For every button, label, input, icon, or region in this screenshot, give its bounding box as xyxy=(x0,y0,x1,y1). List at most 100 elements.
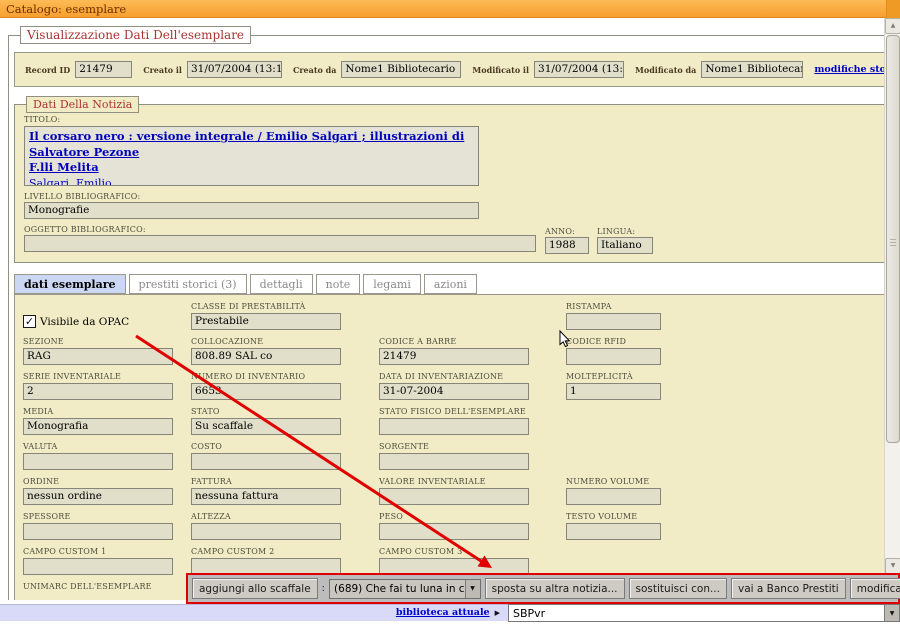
altezza-field xyxy=(191,523,341,540)
classe-prestabilita-label: CLASSE DI PRESTABILITÀ xyxy=(191,302,379,311)
biblioteca-attuale-group: biblioteca attuale ▶ xyxy=(396,607,500,618)
modifiche-storiche-link[interactable]: modifiche storiche xyxy=(814,64,884,75)
esemplare-fieldset: Visualizzazione Dati Dell'esemplare Reco… xyxy=(8,26,884,600)
modified-at-label: Modificato il xyxy=(472,65,529,75)
numero-volume-field xyxy=(566,488,661,505)
stato-field: Su scaffale xyxy=(191,418,341,435)
modified-by-group: Modificato da Nome1 Bibliotecario xyxy=(635,61,803,78)
breadcrumb-arrow-icon: ▶ xyxy=(495,609,500,617)
record-id-group: Record ID 21479 xyxy=(25,61,132,78)
tab-legami[interactable]: legami xyxy=(363,274,421,294)
visibile-opac-checkbox[interactable]: ✓ xyxy=(23,315,36,328)
molteplicita-label: MOLTEPLICITÀ xyxy=(566,372,666,381)
scrollbar-thumb[interactable] xyxy=(886,35,900,443)
check-icon: ✓ xyxy=(25,315,34,328)
titolo-box: Il corsaro nero : versione integrale / E… xyxy=(24,126,479,186)
ordine-field: nessun ordine xyxy=(23,488,173,505)
peso-field xyxy=(379,523,529,540)
sostituisci-button[interactable]: sostituisci con... xyxy=(629,578,727,599)
serie-inventariale-field: 2 xyxy=(23,383,173,400)
collocazione-field: 808.89 SAL co xyxy=(191,348,341,365)
numero-volume-label: NUMERO VOLUME xyxy=(566,477,666,486)
toolbar-separator: : xyxy=(322,583,325,594)
modified-by-label: Modificato da xyxy=(635,65,696,75)
created-at-group: Creato il 31/07/2004 (13:18) xyxy=(143,61,282,78)
campo-custom-1-label: CAMPO CUSTOM 1 xyxy=(23,547,191,556)
anno-lingua-group: ANNO: 1988 LINGUA: Italiano xyxy=(545,227,653,254)
created-at-field: 31/07/2004 (13:18) xyxy=(187,61,282,78)
page-title: Catalogo: esemplare xyxy=(6,2,126,16)
notizia-fieldset: Dati Della Notizia TITOLO: Il corsaro ne… xyxy=(14,96,884,263)
codice-barre-label: CODICE A BARRE xyxy=(379,337,566,346)
molteplicita-field: 1 xyxy=(566,383,661,400)
campo-custom-2-label: CAMPO CUSTOM 2 xyxy=(191,547,379,556)
costo-field xyxy=(191,453,341,470)
form-row: ORDINE nessun ordine FATTURA nessuna fat… xyxy=(23,477,884,505)
livello-field: Monografie xyxy=(24,202,479,219)
form-row: CAMPO CUSTOM 1 CAMPO CUSTOM 2 CAMPO CUST… xyxy=(23,547,884,575)
anno-group: ANNO: 1988 xyxy=(545,227,589,254)
testo-volume-field xyxy=(566,523,661,540)
scrollbar-down-icon[interactable]: ▼ xyxy=(885,558,900,574)
oggetto-field xyxy=(24,235,536,252)
costo-label: COSTO xyxy=(191,442,379,451)
dropdown-arrow-icon[interactable]: ▼ xyxy=(465,580,480,598)
esemplare-fieldset-legend: Visualizzazione Dati Dell'esemplare xyxy=(20,26,251,44)
sezione-label: SEZIONE xyxy=(23,337,191,346)
anno-field: 1988 xyxy=(545,237,589,254)
scaffale-select[interactable]: (689) Che fai tu luna in c ▼ xyxy=(329,579,481,599)
modified-at-group: Modificato il 31/07/2004 (13:18) xyxy=(472,61,624,78)
lingua-group: LINGUA: Italiano xyxy=(597,227,653,254)
dati-esemplare-panel: ✓ Visibile da OPAC CLASSE DI PRESTABILIT… xyxy=(14,294,884,600)
testo-volume-label: TESTO VOLUME xyxy=(566,512,666,521)
banco-prestiti-button[interactable]: vai a Banco Prestiti xyxy=(731,578,846,599)
title-link[interactable]: Il corsaro nero : versione integrale / E… xyxy=(29,129,464,159)
created-by-group: Creato da Nome1 Bibliotecario xyxy=(293,61,461,78)
vertical-scrollbar[interactable]: ▲ ▼ xyxy=(884,18,900,574)
data-inventariazione-field: 31-07-2004 xyxy=(379,383,529,400)
biblioteca-attuale-link[interactable]: biblioteca attuale xyxy=(396,607,490,618)
form-row: MEDIA Monografia STATO Su scaffale STATO… xyxy=(23,407,884,435)
campo-custom-3-label: CAMPO CUSTOM 3 xyxy=(379,547,566,556)
main-content: Visualizzazione Dati Dell'esemplare Reco… xyxy=(0,18,884,600)
ristampa-field xyxy=(566,313,661,330)
modified-by-field: Nome1 Bibliotecario xyxy=(701,61,803,78)
form-row: SPESSORE ALTEZZA PESO TESTO VOLUME xyxy=(23,512,884,540)
codice-rfid-field xyxy=(566,348,661,365)
tab-bar: dati esemplare prestiti storici (3) dett… xyxy=(14,274,884,294)
peso-label: PESO xyxy=(379,512,566,521)
esemplare-action-toolbar: aggiungi allo scaffale : (689) Che fai t… xyxy=(186,573,900,604)
created-by-field: Nome1 Bibliotecario xyxy=(341,61,461,78)
collocazione-label: COLLOCAZIONE xyxy=(191,337,379,346)
ristampa-label: RISTAMPA xyxy=(566,302,666,311)
aggiungi-scaffale-button[interactable]: aggiungi allo scaffale xyxy=(192,578,318,599)
scrollbar-up-icon[interactable]: ▲ xyxy=(885,18,900,34)
valuta-label: VALUTA xyxy=(23,442,191,451)
record-id-label: Record ID xyxy=(25,65,70,75)
ordine-label: ORDINE xyxy=(23,477,191,486)
media-label: MEDIA xyxy=(23,407,191,416)
form-row: SEZIONE RAG COLLOCAZIONE 808.89 SAL co C… xyxy=(23,337,884,365)
dropdown-arrow-icon[interactable]: ▼ xyxy=(884,605,899,621)
created-by-label: Creato da xyxy=(293,65,336,75)
codice-barre-field: 21479 xyxy=(379,348,529,365)
tab-dati-esemplare[interactable]: dati esemplare xyxy=(14,274,126,294)
altezza-label: ALTEZZA xyxy=(191,512,379,521)
form-row: SERIE INVENTARIALE 2 NUMERO DI INVENTARI… xyxy=(23,372,884,400)
sposta-notizia-button[interactable]: sposta su altra notizia... xyxy=(485,578,625,599)
tab-prestiti-storici[interactable]: prestiti storici (3) xyxy=(129,274,247,294)
sezione-field: RAG xyxy=(23,348,173,365)
tab-dettagli[interactable]: dettagli xyxy=(250,274,313,294)
fattura-field: nessuna fattura xyxy=(191,488,341,505)
biblioteca-select[interactable]: SBPvr ▼ xyxy=(508,604,900,622)
publisher-link[interactable]: F.lli Melita xyxy=(29,160,99,174)
spessore-label: SPESSORE xyxy=(23,512,191,521)
title-bar: Catalogo: esemplare xyxy=(0,0,900,18)
visibile-opac-group: ✓ Visibile da OPAC xyxy=(23,302,191,328)
author-link[interactable]: Salgari, Emilio xyxy=(29,177,112,187)
unimarc-label: UNIMARC DELL'ESEMPLARE xyxy=(23,582,191,591)
tab-azioni[interactable]: azioni xyxy=(424,274,477,294)
serie-inventariale-label: SERIE INVENTARIALE xyxy=(23,372,191,381)
modifica-button[interactable]: modifica xyxy=(850,578,900,599)
tab-note[interactable]: note xyxy=(316,274,361,294)
